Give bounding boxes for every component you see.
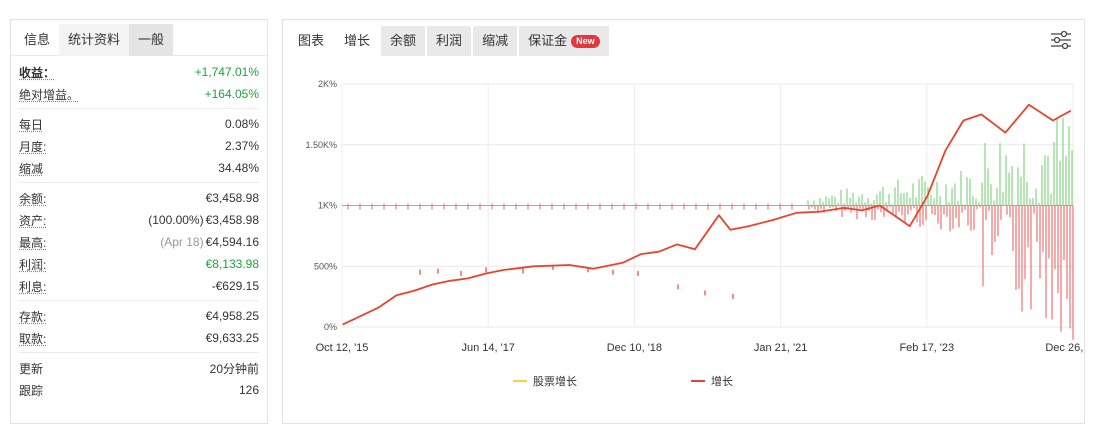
highest-value: (Apr 18) €4,594.16: [160, 235, 259, 249]
x-tick-label: Oct 12, '15: [316, 342, 369, 354]
legend-growth-swatch: [691, 380, 705, 382]
updated-value: 20分钟前: [209, 361, 259, 376]
abs-gain-value: +164.05%: [204, 87, 259, 101]
highest-label[interactable]: 最高:: [19, 234, 46, 251]
stat-deposits: 存款: €4,958.25: [19, 305, 259, 327]
updated-label: 更新: [19, 361, 44, 376]
equity-label[interactable]: 资产:: [19, 212, 46, 229]
stat-withdrawals: 取款: €9,633.25: [19, 327, 259, 349]
deposits-label[interactable]: 存款:: [19, 308, 46, 325]
y-tick-label: 0%: [324, 322, 337, 332]
stat-profit: 利润: €8,133.98: [19, 253, 259, 275]
y-tick-label: 1K%: [318, 201, 337, 211]
balance-value: €3,458.98: [205, 191, 259, 205]
stat-drawdown: 缩减 34.48%: [19, 157, 259, 179]
equity-value: (100.00%) €3,458.98: [148, 213, 259, 227]
divider: [19, 108, 259, 109]
gain-label[interactable]: 收益：: [19, 64, 55, 81]
left-tab-bar: 信息 统计资料 一般: [11, 20, 267, 56]
y-tick-label: 1.50K%: [305, 140, 337, 150]
stat-equity: 资产: (100.00%) €3,458.98: [19, 209, 259, 231]
legend-growth[interactable]: 增长: [691, 373, 733, 389]
stat-monthly: 月度: 2.37%: [19, 135, 259, 157]
equity-percent: (100.00%): [148, 213, 204, 227]
growth-chart[interactable]: 2K% 1.50K% 1K% 500% 0% Oct 12, '15 Jun 14, '17…: [283, 20, 1086, 400]
drawdown-value: 34.48%: [218, 161, 259, 175]
stat-interest: 利息: -€629.15: [19, 275, 259, 297]
divider: [19, 352, 259, 353]
tab-general[interactable]: 一般: [129, 24, 174, 56]
monthly-label[interactable]: 月度:: [19, 138, 46, 155]
chart-panel: 图表 增长 余额 利润 缩减 保证金 New 2K% 1.50K% 1K% 500% 0%…: [282, 19, 1086, 424]
profit-value: €8,133.98: [205, 257, 259, 271]
stat-balance: 余额: €3,458.98: [19, 187, 259, 209]
tracking-label: 跟踪: [19, 383, 44, 398]
balance-label[interactable]: 余额:: [19, 190, 46, 207]
x-tick-label: Dec 10, '18: [607, 342, 662, 354]
stat-tracking: 跟踪 126: [19, 379, 259, 401]
x-tick-label: Jun 14, '17: [461, 342, 514, 354]
x-tick-label: Jan 21, '21: [754, 342, 807, 354]
y-tick-label: 2K%: [318, 79, 337, 89]
stat-abs-gain: 绝对增益。 +164.05%: [19, 83, 259, 105]
drawdown-label[interactable]: 缩减: [19, 160, 43, 177]
profit-label[interactable]: 利润:: [19, 256, 46, 273]
tracking-value: 126: [238, 383, 259, 397]
stat-gain: 收益： +1,747.01%: [19, 61, 259, 83]
daily-label[interactable]: 每日: [19, 116, 43, 133]
daily-value: 0.08%: [224, 117, 259, 131]
legend-equity-label: 股票增长: [533, 376, 577, 388]
withdrawals-label[interactable]: 取款:: [19, 330, 46, 347]
divider: [19, 300, 259, 301]
stat-highest: 最高: (Apr 18) €4,594.16: [19, 231, 259, 253]
divider: [19, 182, 259, 183]
tab-info[interactable]: 信息: [15, 24, 59, 56]
monthly-value: 2.37%: [224, 139, 259, 153]
stat-updated: 更新 20分钟前: [19, 357, 259, 379]
growth-line: [342, 103, 1072, 326]
interest-label[interactable]: 利息:: [19, 278, 46, 295]
stat-daily: 每日 0.08%: [19, 113, 259, 135]
withdrawals-value: €9,633.25: [205, 331, 259, 345]
highest-date: (Apr 18): [160, 235, 204, 249]
legend-growth-label: 增长: [711, 376, 733, 388]
gain-value: +1,747.01%: [194, 65, 259, 79]
equity-amount: €3,458.98: [205, 213, 259, 227]
interest-value: -€629.15: [211, 279, 259, 293]
deposits-value: €4,958.25: [205, 309, 259, 323]
x-tick-label: Dec 26, '25: [1045, 342, 1086, 354]
highest-amount: €4,594.16: [205, 235, 259, 249]
legend-equity-growth[interactable]: 股票增长: [513, 373, 577, 389]
legend-equity-swatch: [513, 380, 527, 382]
x-tick-label: Feb 17, '23: [899, 342, 954, 354]
tab-statistics[interactable]: 统计资料: [59, 24, 130, 56]
statistics-panel: 信息 统计资料 一般 收益： +1,747.01% 绝对增益。 +164.05%…: [10, 19, 268, 424]
abs-gain-label[interactable]: 绝对增益。: [19, 86, 79, 103]
y-tick-label: 500%: [314, 261, 337, 271]
